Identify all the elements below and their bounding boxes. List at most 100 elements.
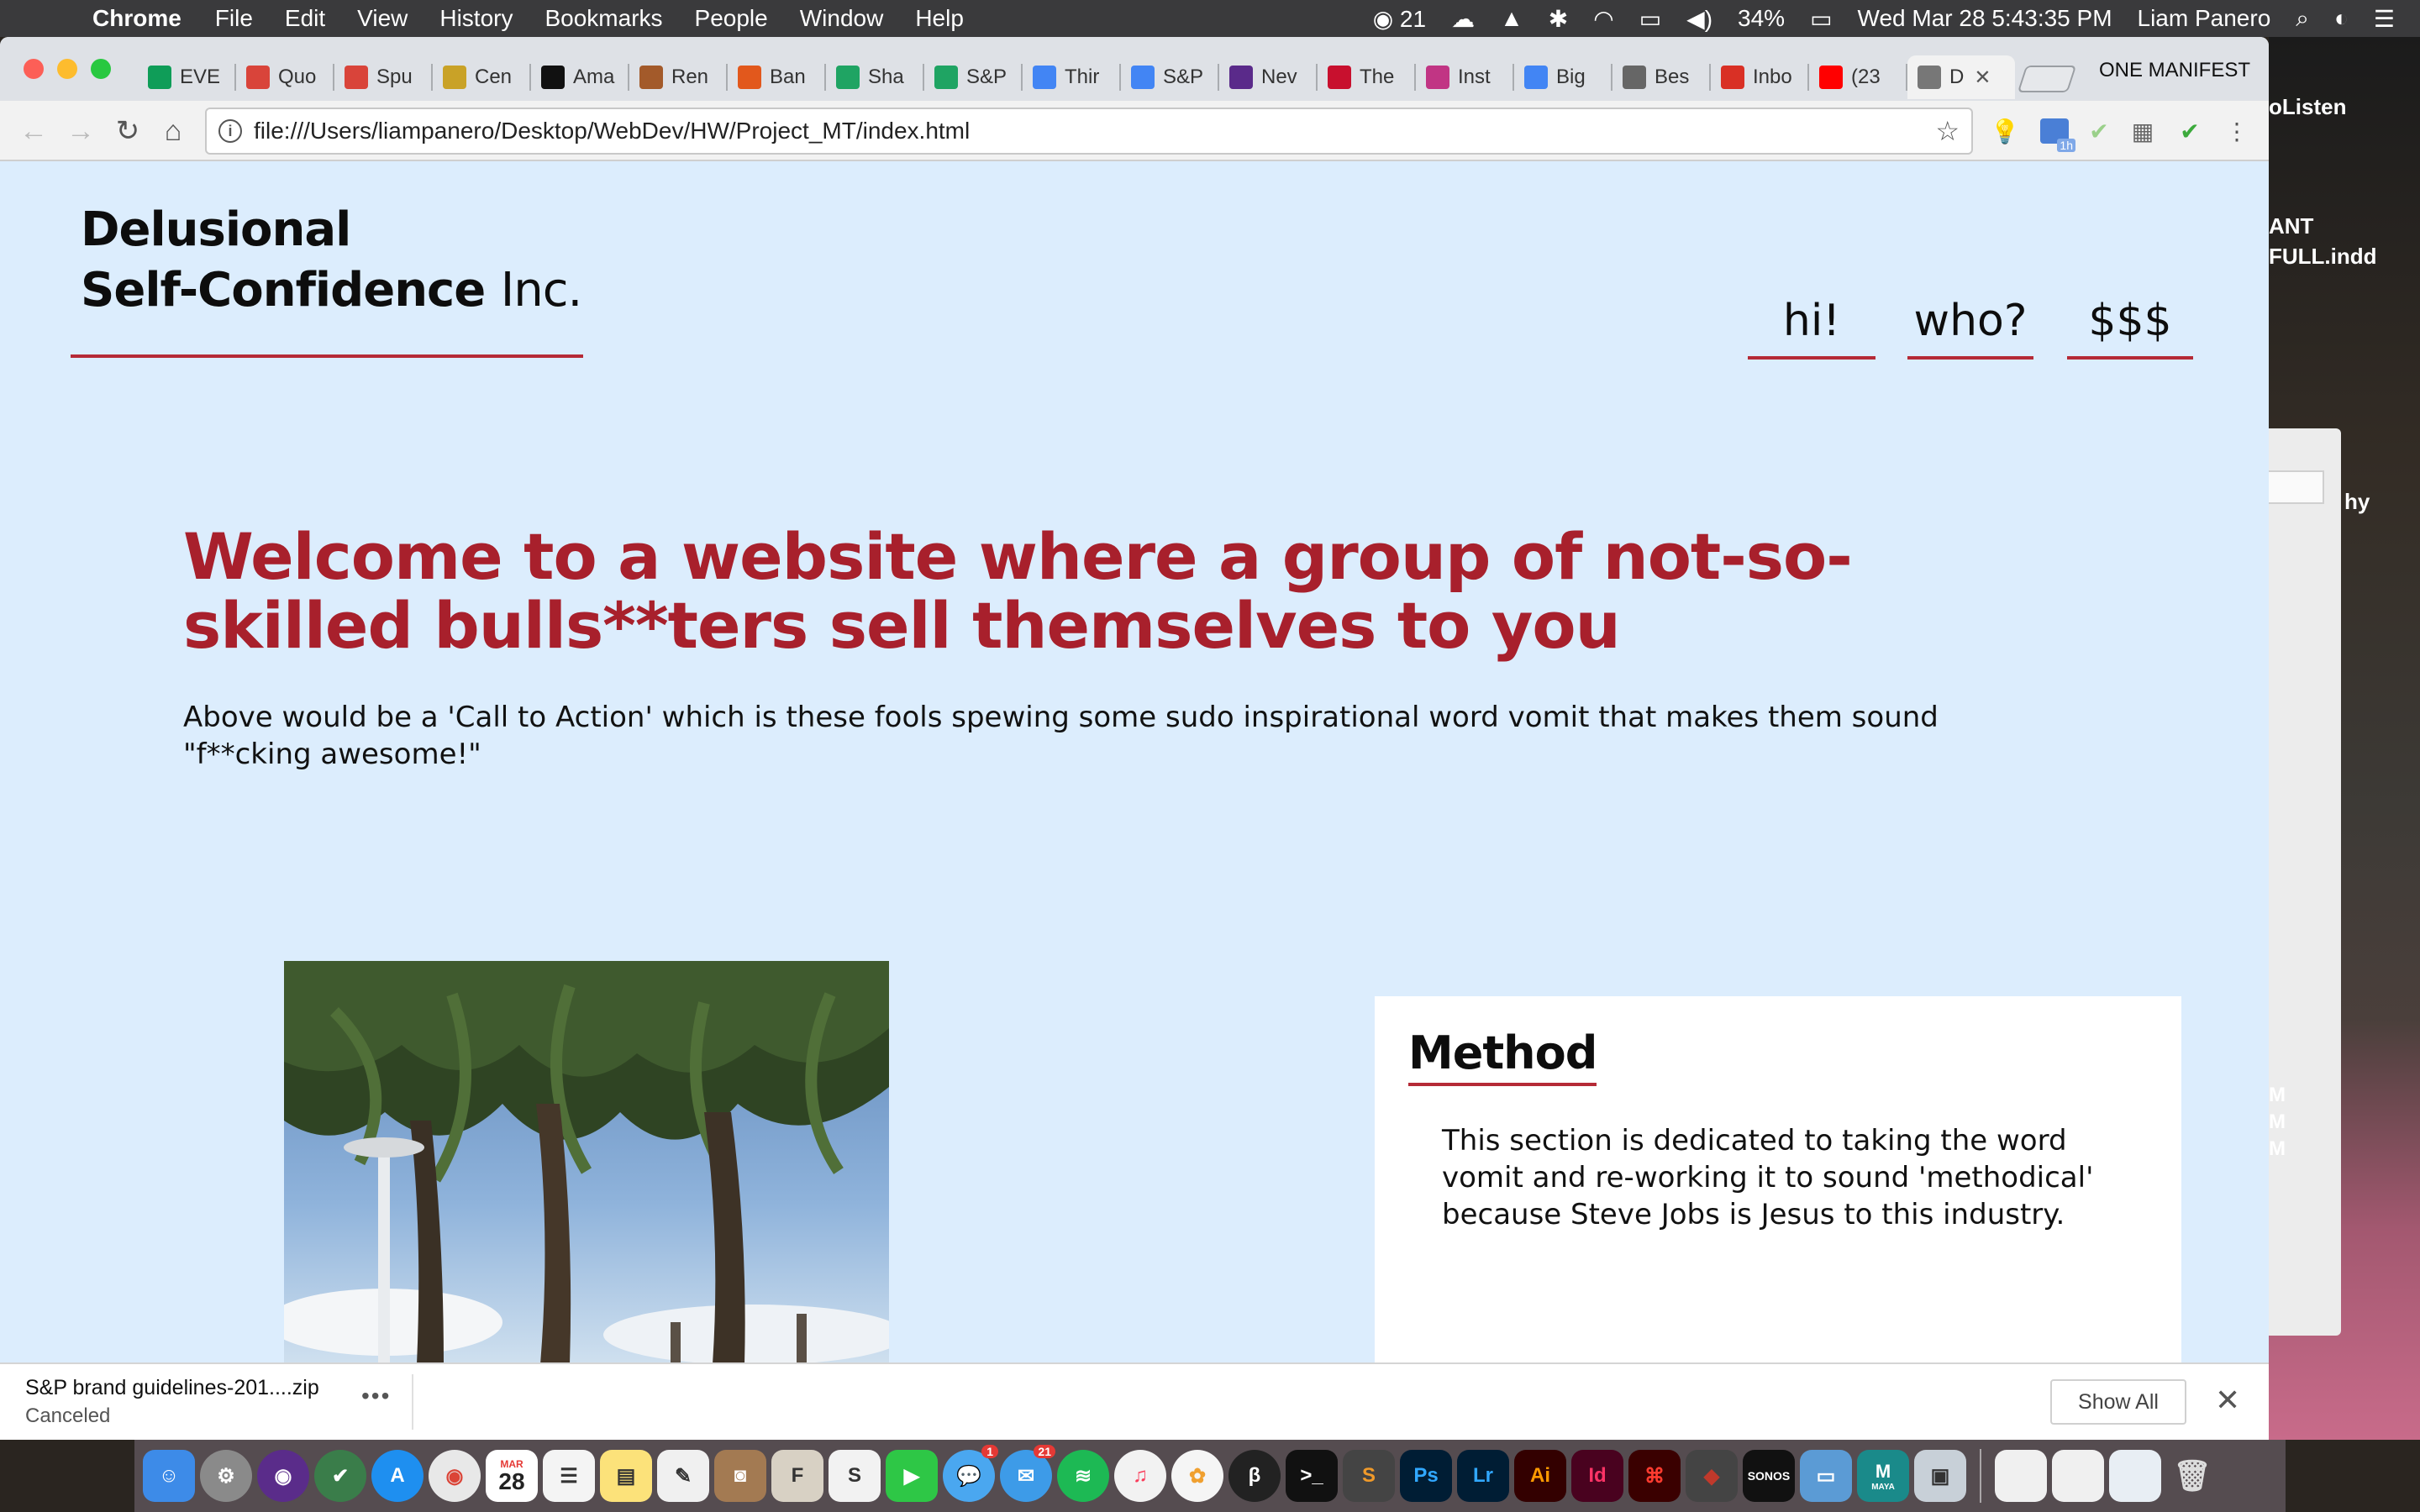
home-button[interactable]: ⌂ xyxy=(156,114,190,148)
browser-tab[interactable]: S&P xyxy=(924,55,1023,99)
photoshop-icon[interactable]: Ps xyxy=(1400,1450,1452,1502)
close-window-button[interactable] xyxy=(24,59,44,79)
wunderlist-icon[interactable]: ✔ xyxy=(314,1450,366,1502)
indesign-icon[interactable]: Id xyxy=(1571,1450,1623,1502)
contacts-icon[interactable]: ◙ xyxy=(714,1450,766,1502)
browser-tab[interactable]: (23 xyxy=(1809,55,1907,99)
spotify-icon[interactable]: ≋ xyxy=(1057,1450,1109,1502)
menu-app-name[interactable]: Chrome xyxy=(92,5,182,32)
zoom-window-button[interactable] xyxy=(91,59,111,79)
notification-status[interactable]: ◉ 21 xyxy=(1373,5,1426,33)
textedit-icon[interactable]: ✎ xyxy=(657,1450,709,1502)
messages-icon[interactable]: 💬 1 xyxy=(943,1445,998,1502)
document-stack-icon[interactable] xyxy=(1995,1450,2047,1502)
download-filename[interactable]: S&P brand guidelines-201....zip xyxy=(25,1376,319,1400)
wifi-icon[interactable]: ◠ xyxy=(1593,5,1613,33)
menu-view[interactable]: View xyxy=(357,5,408,32)
browser-tab[interactable]: Quo xyxy=(236,55,334,99)
pocket-casts-icon[interactable]: β xyxy=(1228,1450,1281,1502)
sublime-text-icon[interactable]: S xyxy=(1343,1450,1395,1502)
sonos-icon[interactable]: SONOS xyxy=(1743,1450,1795,1502)
reload-button[interactable]: ↻ xyxy=(111,114,145,148)
menu-bookmarks[interactable]: Bookmarks xyxy=(544,5,662,32)
chrome-dock-icon[interactable]: ◉ xyxy=(429,1450,481,1502)
menu-help[interactable]: Help xyxy=(915,5,964,32)
browser-tab[interactable]: Big xyxy=(1514,55,1612,99)
preview-icon[interactable]: ▣ xyxy=(1914,1450,1966,1502)
background-window[interactable]: hy M M M xyxy=(2269,428,2370,1336)
menu-people[interactable]: People xyxy=(695,5,768,32)
browser-tab[interactable]: Spu xyxy=(334,55,433,99)
trash-icon[interactable]: 🗑 xyxy=(2166,1450,2218,1502)
browser-tab[interactable]: EVE xyxy=(138,55,236,99)
browser-tab[interactable]: S&P xyxy=(1121,55,1219,99)
spotlight-search-icon[interactable]: ⌕ xyxy=(2296,5,2309,33)
siri-dock-icon[interactable]: ◉ xyxy=(257,1450,309,1502)
browser-tab[interactable]: Sha xyxy=(826,55,924,99)
address-bar[interactable]: i file:///Users/liampanero/Desktop/WebDe… xyxy=(205,108,1973,155)
close-downloads-icon[interactable]: ✕ xyxy=(2215,1383,2240,1418)
airmail-icon[interactable]: ✉ 21 xyxy=(1000,1445,1055,1502)
system-preferences-icon[interactable]: ⚙ xyxy=(200,1450,252,1502)
browser-tab[interactable]: Ban xyxy=(728,55,826,99)
browser-tab[interactable]: Thir xyxy=(1023,55,1121,99)
user-name[interactable]: Liam Panero xyxy=(2138,5,2271,32)
airplay-icon[interactable]: ▭ xyxy=(1639,5,1661,33)
reminders-icon[interactable]: ☰ xyxy=(543,1450,595,1502)
browser-tab[interactable]: The xyxy=(1318,55,1416,99)
calendar-icon[interactable]: MAR 28 xyxy=(486,1450,538,1502)
browser-tab[interactable]: Bes xyxy=(1612,55,1711,99)
close-tab-icon[interactable]: ✕ xyxy=(1974,66,1991,90)
minimize-window-button[interactable] xyxy=(57,59,77,79)
illustrator-icon[interactable]: Ai xyxy=(1514,1450,1566,1502)
extension-lightbulb-icon[interactable]: 💡 xyxy=(1988,114,2022,148)
file-stack-icon[interactable] xyxy=(2109,1450,2161,1502)
clock[interactable]: Wed Mar 28 5:43:35 PM xyxy=(1858,5,2112,32)
keynote-icon[interactable]: ▭ xyxy=(1800,1450,1852,1502)
notification-center-icon[interactable]: ☰ xyxy=(2374,5,2395,33)
extension-tiles-icon[interactable]: ▦ xyxy=(2126,114,2160,148)
app-store-icon[interactable]: A xyxy=(371,1450,424,1502)
volume-icon[interactable]: ◀) xyxy=(1686,5,1712,33)
menu-window[interactable]: Window xyxy=(800,5,884,32)
photos-icon[interactable]: ✿ xyxy=(1171,1450,1223,1502)
downloads-stack-icon[interactable] xyxy=(2052,1450,2104,1502)
menu-history[interactable]: History xyxy=(439,5,513,32)
itunes-icon[interactable]: ♫ xyxy=(1114,1450,1166,1502)
address-url[interactable]: file:///Users/liampanero/Desktop/WebDev/… xyxy=(254,118,970,144)
site-logo[interactable]: Delusional Self-Confidence Inc. xyxy=(81,200,582,321)
chrome-menu-icon[interactable]: ⋮ xyxy=(2220,114,2254,148)
terminal-icon[interactable]: >_ xyxy=(1286,1450,1338,1502)
browser-tab[interactable]: Ren xyxy=(629,55,728,99)
creative-cloud-icon[interactable]: ☁ xyxy=(1451,5,1475,33)
forward-button[interactable]: → xyxy=(64,114,97,148)
font-book-icon[interactable]: F xyxy=(771,1450,823,1502)
browser-tab[interactable]: D ✕ xyxy=(1907,55,2015,99)
battery-percent[interactable]: 34% xyxy=(1738,5,1785,32)
browser-tab[interactable]: Inbo xyxy=(1711,55,1809,99)
notes-icon[interactable]: ▤ xyxy=(600,1450,652,1502)
menu-file[interactable]: File xyxy=(215,5,253,32)
extension-check-light-icon[interactable]: ✔ xyxy=(2082,114,2116,148)
browser-tab[interactable]: Ama xyxy=(531,55,629,99)
maya-icon[interactable]: M MAYA xyxy=(1857,1450,1909,1502)
bookmark-star-icon[interactable]: ☆ xyxy=(1935,115,1960,147)
browser-tab[interactable]: Nev xyxy=(1219,55,1318,99)
drive-sync-icon[interactable]: ▲ xyxy=(1500,5,1523,32)
lightroom-icon[interactable]: Lr xyxy=(1457,1450,1509,1502)
browser-tab[interactable]: Inst xyxy=(1416,55,1514,99)
menu-edit[interactable]: Edit xyxy=(285,5,325,32)
show-all-button[interactable]: Show All xyxy=(2050,1379,2186,1425)
battery-icon[interactable]: ▭ xyxy=(1810,5,1832,33)
nav-link-hi[interactable]: hi! xyxy=(1748,296,1876,360)
browser-tab[interactable]: Cen xyxy=(433,55,531,99)
info-icon[interactable]: i xyxy=(218,119,242,143)
nav-link-money[interactable]: $$$ xyxy=(2067,296,2193,360)
autodesk-icon[interactable]: ◆ xyxy=(1686,1450,1738,1502)
extension-check-icon[interactable]: ✔ xyxy=(2173,114,2207,148)
download-options-icon[interactable]: ••• xyxy=(361,1383,391,1410)
acrobat-icon[interactable]: ⌘ xyxy=(1628,1450,1681,1502)
slack-icon[interactable]: S xyxy=(829,1450,881,1502)
finder-icon[interactable]: ☺ xyxy=(143,1450,195,1502)
bluetooth-icon[interactable]: ✱ xyxy=(1549,5,1568,33)
